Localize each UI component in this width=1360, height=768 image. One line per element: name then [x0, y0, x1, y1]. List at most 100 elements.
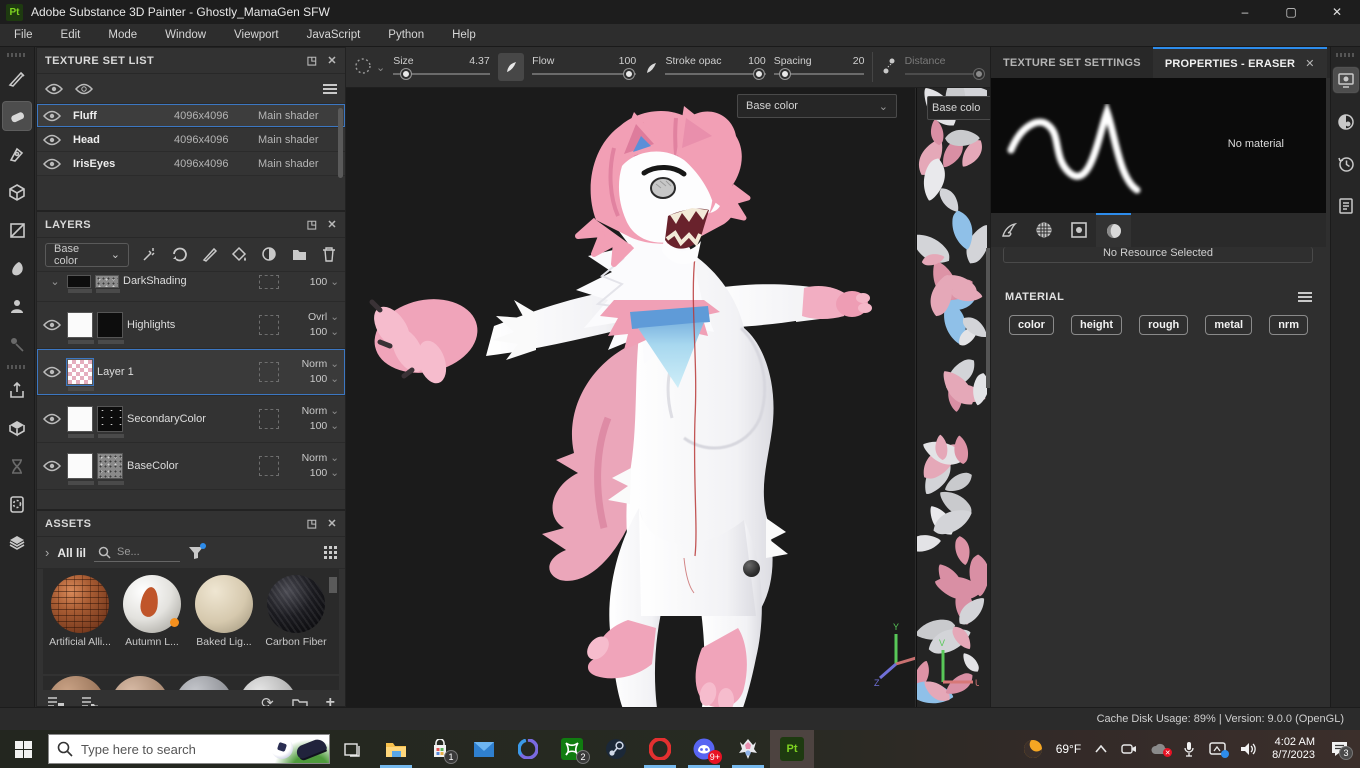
paint-tool-icon[interactable]: [3, 64, 31, 92]
layer-blend-mode[interactable]: Norm: [302, 405, 328, 417]
menu-file[interactable]: File: [0, 24, 47, 47]
material-resource-tab[interactable]: [1096, 213, 1131, 247]
material-menu-icon[interactable]: [1298, 292, 1312, 302]
layer-row[interactable]: Highlights Ovrl ⌄ 100 ⌄: [37, 302, 345, 349]
close-button[interactable]: ✕: [1314, 0, 1360, 24]
eye-icon[interactable]: [43, 460, 67, 472]
eye-icon[interactable]: [43, 158, 67, 170]
scrollbar[interactable]: [338, 108, 343, 178]
mail-taskbar-icon[interactable]: [462, 730, 506, 768]
size-value[interactable]: 4.37: [469, 55, 489, 67]
cast-icon[interactable]: [1209, 742, 1230, 758]
notification-center-icon[interactable]: 3: [1330, 741, 1353, 760]
layer-thumbnail[interactable]: [67, 453, 94, 485]
start-button[interactable]: [0, 730, 46, 768]
menu-viewport[interactable]: Viewport: [220, 24, 293, 47]
smudge-tool-icon[interactable]: [3, 254, 31, 282]
float-panel-icon[interactable]: ◳: [307, 54, 318, 67]
channel-color-button[interactable]: color: [1009, 315, 1054, 335]
add-mask-icon[interactable]: [261, 246, 278, 263]
close-panel-icon[interactable]: ✕: [327, 517, 337, 530]
channel-height-button[interactable]: height: [1071, 315, 1122, 335]
size-falloff-button[interactable]: [497, 53, 525, 81]
flow-value[interactable]: 100: [619, 55, 637, 67]
file-explorer-taskbar-icon[interactable]: [374, 730, 418, 768]
shader-settings-icon[interactable]: [1334, 110, 1358, 134]
layer-mask-thumbnail[interactable]: [97, 453, 124, 485]
add-folder-icon[interactable]: [291, 246, 308, 263]
float-panel-icon[interactable]: ◳: [307, 517, 318, 530]
opera-taskbar-icon[interactable]: [638, 730, 682, 768]
panel-menu-icon[interactable]: [323, 83, 337, 94]
spacing-slider-group[interactable]: Spacing 20: [773, 49, 865, 85]
material-sphere-partial[interactable]: [239, 676, 297, 690]
collapse-icon[interactable]: ⌄: [43, 275, 67, 288]
delete-layer-icon[interactable]: [321, 246, 337, 263]
discord-taskbar-icon[interactable]: 9+: [682, 730, 726, 768]
close-panel-icon[interactable]: ✕: [327, 54, 337, 67]
search-input[interactable]: [81, 741, 267, 757]
meet-now-icon[interactable]: [1121, 742, 1137, 756]
layer-blend-mode[interactable]: Norm: [302, 452, 328, 464]
viewport2d-channel-dropdown[interactable]: Base colo: [927, 96, 990, 120]
substance-painter-taskbar-icon[interactable]: Pt: [770, 730, 814, 768]
brush-preview-icon[interactable]: ⌄: [352, 56, 385, 78]
expand-icon[interactable]: ›: [45, 545, 49, 560]
eye-icon[interactable]: [43, 110, 67, 122]
layer-thumbnail[interactable]: [67, 275, 92, 293]
night-light-icon[interactable]: [1021, 737, 1045, 761]
float-panel-icon[interactable]: ◳: [307, 218, 318, 231]
microphone-icon[interactable]: [1183, 741, 1195, 757]
save-list-icon[interactable]: [47, 696, 65, 707]
add-paint-layer-icon[interactable]: [201, 246, 218, 263]
texture-set-row[interactable]: Head 4096x4096 Main shader: [37, 128, 345, 152]
art-app-taskbar-icon[interactable]: [726, 730, 770, 768]
polygon-fill-tool-icon[interactable]: [3, 178, 31, 206]
grid-view-icon[interactable]: [324, 546, 337, 559]
scrollbar[interactable]: [329, 577, 337, 593]
menu-python[interactable]: Python: [374, 24, 438, 47]
export-tool-icon[interactable]: [3, 376, 31, 404]
layer-row[interactable]: BaseColor Norm ⌄ 100 ⌄: [37, 443, 345, 490]
alpha-resource-tab[interactable]: [1026, 213, 1061, 247]
layer-opacity[interactable]: 100: [310, 276, 328, 288]
layer-row[interactable]: SecondaryColor Norm ⌄ 100 ⌄: [37, 396, 345, 443]
smart-selection-tool-icon[interactable]: [3, 216, 31, 244]
spacing-value[interactable]: 20: [853, 55, 865, 67]
layer-mask-thumbnail[interactable]: [95, 275, 120, 293]
flow-slider-knob[interactable]: [624, 69, 635, 79]
layer-mask-slot[interactable]: [259, 409, 279, 429]
layer-row-selected[interactable]: Layer 1 Norm ⌄ 100 ⌄: [37, 349, 345, 396]
navigation-sphere[interactable]: [743, 560, 760, 577]
material-asset[interactable]: Carbon Fiber: [263, 575, 329, 674]
layer-channel-dropdown[interactable]: Base color ⌄: [45, 242, 129, 267]
flow-falloff-icon[interactable]: [644, 59, 657, 75]
minimize-button[interactable]: –: [1222, 0, 1268, 24]
stencil-resource-tab[interactable]: [1061, 213, 1096, 247]
volume-icon[interactable]: [1240, 742, 1257, 756]
layer-blend-mode[interactable]: Ovrl: [308, 311, 327, 323]
menu-help[interactable]: Help: [438, 24, 490, 47]
channel-nrm-button[interactable]: nrm: [1269, 315, 1308, 335]
history-icon[interactable]: [1334, 152, 1358, 176]
steam-taskbar-icon[interactable]: [594, 730, 638, 768]
stroke-opacity-slider-group[interactable]: Stroke opac 100: [665, 49, 766, 85]
taskbar-search[interactable]: [48, 734, 330, 764]
menu-javascript[interactable]: JavaScript: [293, 24, 375, 47]
eye-icon[interactable]: [43, 413, 67, 425]
eye-icon[interactable]: [43, 134, 67, 146]
layer-mask-slot[interactable]: [259, 275, 279, 289]
viewport-channel-dropdown[interactable]: Base color ⌄: [737, 94, 897, 118]
layer-mask-slot[interactable]: [259, 456, 279, 476]
layer-thumbnail[interactable]: [67, 406, 94, 438]
layer-opacity[interactable]: 100: [310, 373, 328, 385]
filter-icon[interactable]: [188, 542, 207, 560]
brush-resource-tab[interactable]: [991, 213, 1026, 247]
material-picker-tool-icon[interactable]: [3, 330, 31, 358]
eye-all-icon[interactable]: [45, 83, 63, 95]
layer-mask-slot[interactable]: [259, 362, 279, 382]
tab-properties-eraser[interactable]: PROPERTIES - ERASER ✕: [1152, 47, 1327, 78]
spacing-slider-knob[interactable]: [779, 69, 790, 79]
menu-edit[interactable]: Edit: [47, 24, 95, 47]
texture-set-row[interactable]: Fluff 4096x4096 Main shader: [37, 104, 345, 128]
